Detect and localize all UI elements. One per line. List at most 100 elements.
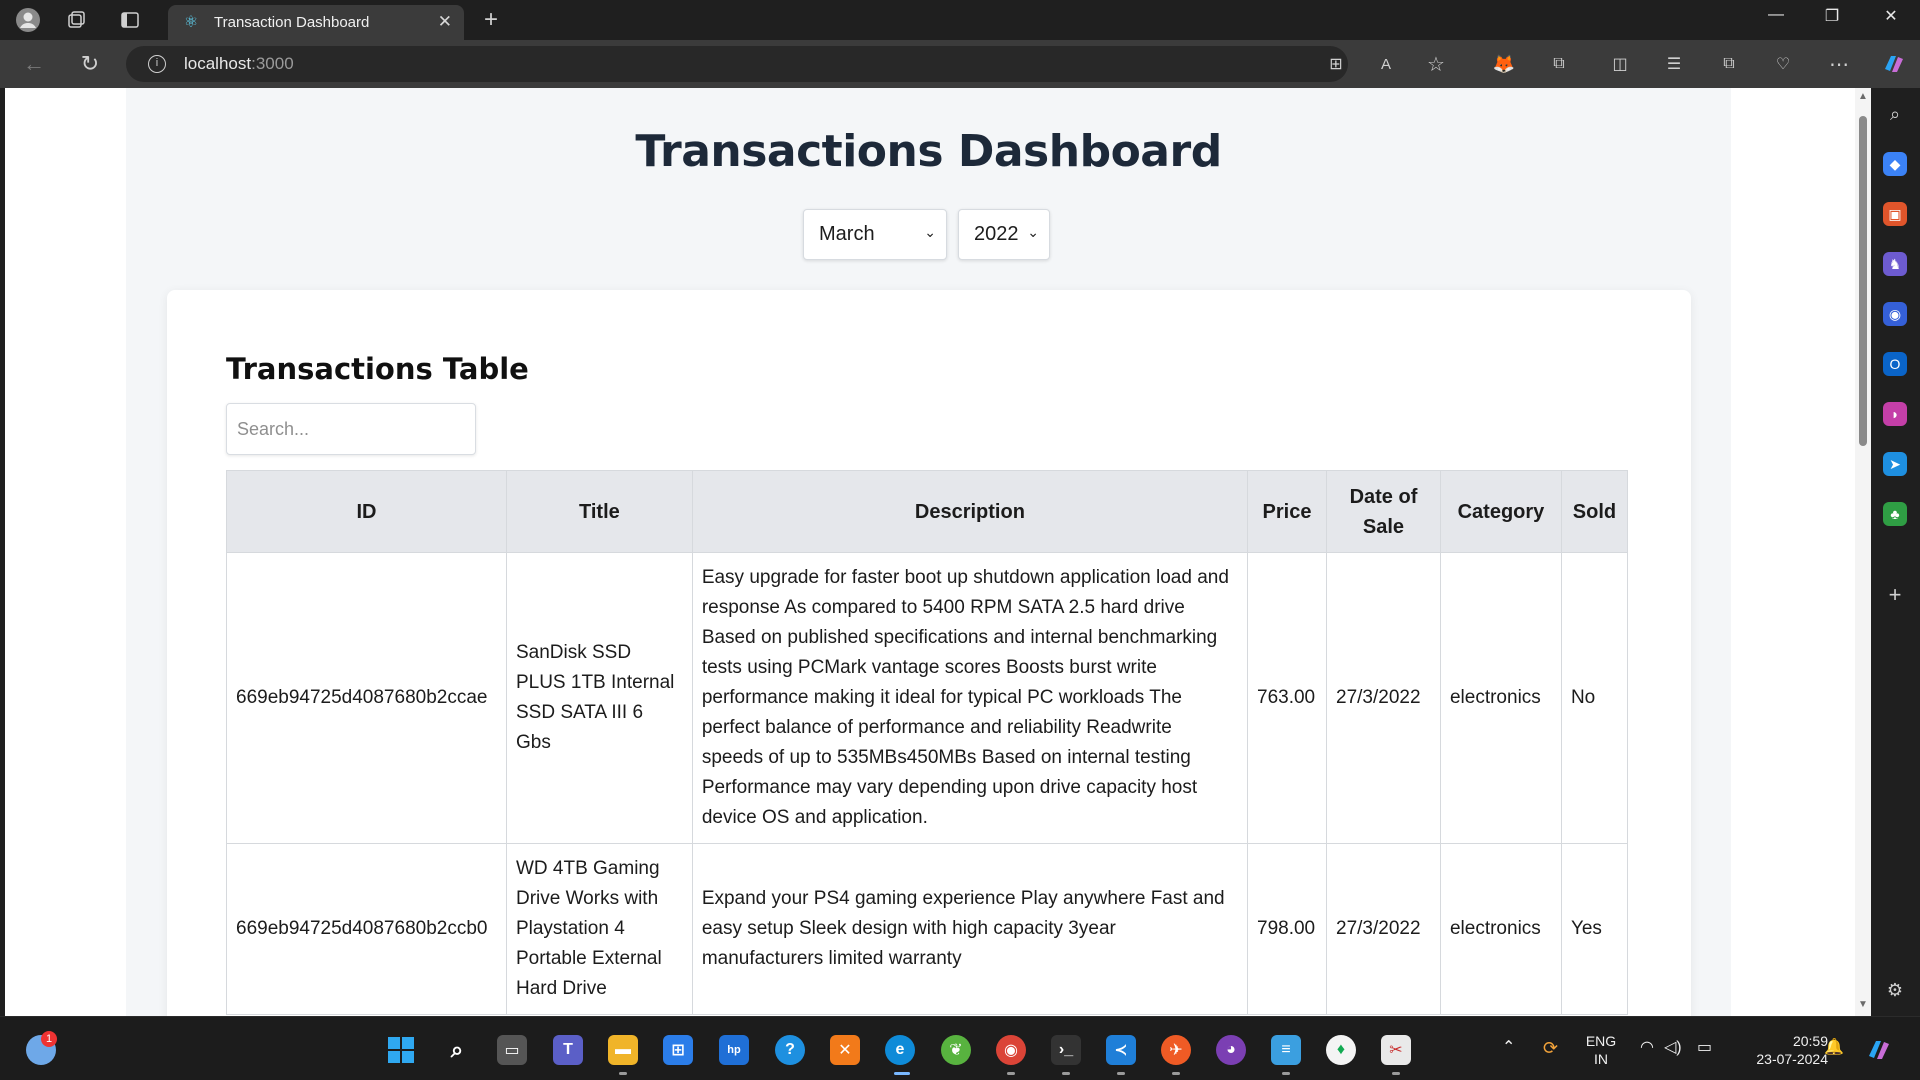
- column-header-date-of-sale: Date of Sale: [1326, 470, 1441, 553]
- running-indicator: [1007, 1072, 1015, 1075]
- settings-gear-icon[interactable]: ⚙: [1883, 978, 1907, 1002]
- cell-price: 763.00: [1247, 552, 1327, 844]
- tools-icon[interactable]: ▣: [1883, 202, 1907, 226]
- more-options-icon[interactable]: ⋯: [1825, 50, 1853, 78]
- snipping-tool-icon[interactable]: ✂: [1381, 1035, 1411, 1065]
- cell-date-of-sale: 27/3/2022: [1326, 843, 1441, 1015]
- collections-icon[interactable]: ⧉: [1715, 50, 1743, 78]
- active-indicator: [894, 1072, 910, 1075]
- column-header-category: Category: [1439, 470, 1562, 553]
- myhp-icon[interactable]: hp: [719, 1035, 749, 1065]
- url-field[interactable]: i localhost:3000: [126, 46, 1348, 82]
- search-taskbar-icon[interactable]: ⌕: [442, 1035, 472, 1065]
- teams-icon[interactable]: T: [553, 1035, 583, 1065]
- games-icon[interactable]: ♞: [1883, 252, 1907, 276]
- cell-date-of-sale: 27/3/2022: [1326, 552, 1441, 844]
- cell-category: electronics: [1439, 552, 1562, 844]
- read-aloud-icon[interactable]: A: [1372, 50, 1400, 78]
- new-tab-icon[interactable]: +: [477, 6, 505, 34]
- search-icon[interactable]: ⌕: [1883, 102, 1907, 126]
- spring-tool-icon[interactable]: ❦: [941, 1035, 971, 1065]
- back-icon[interactable]: ←: [20, 50, 48, 78]
- site-info-icon[interactable]: i: [148, 55, 166, 73]
- file-explorer-icon[interactable]: ▬: [608, 1035, 638, 1065]
- sync-icon[interactable]: ⟳: [1543, 1039, 1558, 1057]
- close-window-icon[interactable]: ✕: [1877, 6, 1905, 26]
- volume-icon[interactable]: ◁): [1664, 1039, 1682, 1057]
- cell-id: 669eb94725d4087680b2ccb0: [226, 843, 507, 1015]
- tab-transaction-dashboard[interactable]: ⚛ Transaction Dashboard ✕: [168, 5, 464, 40]
- notifications-bell-icon[interactable]: 🔔: [1824, 1039, 1844, 1057]
- mongodb-compass-icon[interactable]: ♦: [1326, 1035, 1356, 1065]
- cell-title: SanDisk SSD PLUS 1TB Internal SSD SATA I…: [505, 552, 693, 844]
- vscode-icon[interactable]: ≺: [1106, 1035, 1136, 1065]
- close-tab-icon[interactable]: ✕: [438, 12, 452, 32]
- microsoft-365-icon[interactable]: ◉: [1883, 302, 1907, 326]
- workspaces-icon[interactable]: [62, 6, 90, 34]
- extensions-icon[interactable]: ⧉: [1545, 50, 1573, 78]
- scroll-up-icon[interactable]: ▲: [1857, 91, 1869, 102]
- column-header-description: Description: [691, 470, 1249, 553]
- outlook-icon[interactable]: O: [1883, 352, 1907, 376]
- copilot-taskbar-icon[interactable]: [1864, 1035, 1894, 1065]
- notepad-icon[interactable]: ≡: [1271, 1035, 1301, 1065]
- running-indicator: [1172, 1072, 1180, 1075]
- metamask-extension-icon[interactable]: 🦊: [1490, 50, 1518, 78]
- react-icon: ⚛: [183, 13, 199, 31]
- show-hidden-icons-icon[interactable]: ⌃: [1502, 1039, 1515, 1057]
- running-indicator: [1062, 1072, 1070, 1075]
- app-available-icon[interactable]: ⊞: [1322, 50, 1350, 78]
- start-windows-icon[interactable]: [386, 1035, 416, 1065]
- vertical-scrollbar[interactable]: ▲ ▼: [1855, 88, 1871, 1016]
- column-header-price: Price: [1247, 470, 1327, 553]
- xampp-icon[interactable]: ✕: [830, 1035, 860, 1065]
- postman-icon[interactable]: ✈: [1161, 1035, 1191, 1065]
- terminal-icon[interactable]: ›_: [1051, 1035, 1081, 1065]
- month-select[interactable]: March ⌄: [803, 209, 947, 260]
- favorites-icon[interactable]: ☰: [1660, 50, 1688, 78]
- get-help-icon[interactable]: ?: [775, 1035, 805, 1065]
- cell-price: 798.00: [1247, 843, 1327, 1015]
- copilot-icon[interactable]: [1880, 50, 1908, 78]
- clock[interactable]: 20:59 23-07-2024: [1732, 1032, 1828, 1068]
- cell-description: Easy upgrade for faster boot up shutdown…: [691, 552, 1249, 844]
- running-indicator: [1282, 1072, 1290, 1075]
- cell-id: 669eb94725d4087680b2ccae: [226, 552, 507, 844]
- battery-icon[interactable]: ▭: [1697, 1039, 1712, 1057]
- microsoft-store-icon[interactable]: ⊞: [663, 1035, 693, 1065]
- browser-essentials-icon[interactable]: ♡: [1769, 50, 1797, 78]
- search-input[interactable]: [226, 403, 476, 455]
- wifi-icon[interactable]: ◠: [1640, 1039, 1654, 1057]
- cell-sold: No: [1560, 552, 1629, 844]
- table-row: 669eb94725d4087680b2ccb0 WD 4TB Gaming D…: [226, 843, 1629, 1015]
- task-view-icon[interactable]: ▭: [497, 1035, 527, 1065]
- split-screen-icon[interactable]: ◫: [1606, 50, 1634, 78]
- transactions-table: ID Title Description Price Date of Sale …: [226, 470, 1629, 1015]
- table-row: 669eb94725d4087680b2ccae SanDisk SSD PLU…: [226, 552, 1629, 844]
- minimize-icon[interactable]: —: [1762, 6, 1790, 24]
- year-select[interactable]: 2022 ⌄: [958, 209, 1050, 260]
- shopping-tag-icon[interactable]: ◆: [1883, 152, 1907, 176]
- chrome-icon[interactable]: ◉: [996, 1035, 1026, 1065]
- designer-icon[interactable]: ◗: [1883, 402, 1907, 426]
- running-indicator: [1117, 1072, 1125, 1075]
- favorite-star-icon[interactable]: ☆: [1422, 50, 1450, 78]
- year-select-value: 2022: [974, 223, 1019, 245]
- scrollbar-thumb[interactable]: [1859, 116, 1867, 446]
- add-icon[interactable]: +: [1883, 582, 1907, 607]
- edge-icon[interactable]: e: [885, 1035, 915, 1065]
- tab-title: Transaction Dashboard: [214, 14, 370, 31]
- restore-icon[interactable]: ❐: [1818, 6, 1846, 26]
- tree-icon[interactable]: ♣: [1883, 502, 1907, 526]
- cell-title: WD 4TB Gaming Drive Works with Playstati…: [505, 843, 693, 1015]
- profile-icon[interactable]: [14, 6, 42, 34]
- url-port: :3000: [251, 54, 294, 73]
- language-indicator[interactable]: ENG IN: [1584, 1032, 1618, 1068]
- running-indicator: [619, 1072, 627, 1075]
- tab-actions-icon[interactable]: [116, 6, 144, 34]
- scroll-down-icon[interactable]: ▼: [1857, 999, 1869, 1010]
- clock-date: 23-07-2024: [1756, 1051, 1828, 1067]
- send-icon[interactable]: ➤: [1883, 452, 1907, 476]
- github-desktop-icon[interactable]: ◕: [1216, 1035, 1246, 1065]
- refresh-icon[interactable]: ↻: [76, 50, 104, 78]
